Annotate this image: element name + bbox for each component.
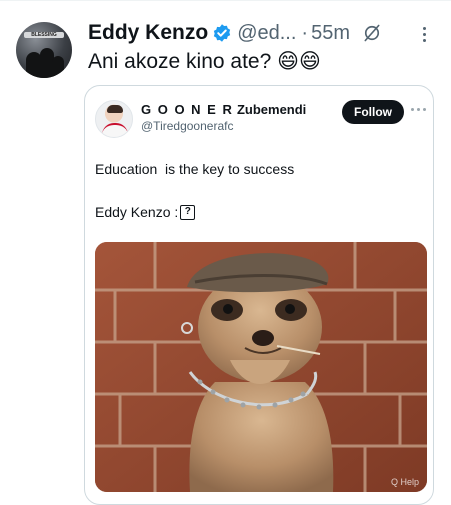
quoted-text-line-2-label: Eddy Kenzo : [95, 204, 179, 220]
quoted-tweet-card[interactable]: G O O N E R Zubemendi @Tiredgoonerafc Fo… [84, 85, 434, 505]
grok-icon[interactable] [362, 23, 382, 43]
verified-badge-icon [214, 24, 231, 42]
quoted-author-avatar[interactable] [95, 100, 133, 138]
meerkat-photo [95, 242, 427, 492]
follow-button[interactable]: Follow [342, 100, 404, 124]
author-name[interactable]: Eddy Kenzo [88, 21, 208, 45]
quoted-text-line-1: Education is the key to success [95, 161, 295, 177]
avatar-caption: BLESSING [24, 32, 64, 38]
quoted-more-options-icon[interactable] [411, 108, 426, 111]
author-handle[interactable]: @ed... [237, 22, 296, 45]
author-avatar[interactable]: BLESSING [16, 22, 72, 78]
quoted-author-name[interactable]: G O O N E R Zubemendi [141, 102, 306, 117]
more-options-icon[interactable] [414, 22, 434, 46]
quoted-media-image[interactable]: Q Help [95, 242, 427, 492]
quoted-name-rest: Zubemendi [233, 102, 307, 117]
top-divider [0, 0, 451, 1]
question-box-icon: ? [180, 204, 196, 220]
tweet-text: Ani akoze kino ate? 😄😄 [88, 50, 321, 73]
tweet-header: Eddy Kenzo @ed... · 55m [88, 19, 438, 47]
quoted-text-line-2: Eddy Kenzo : ? [95, 204, 196, 220]
tweet-timestamp[interactable]: 55m [311, 22, 350, 45]
quoted-name-spaced: G O O N E R [141, 102, 234, 117]
image-watermark: Q Help [390, 477, 419, 487]
quoted-author-handle[interactable]: @Tiredgoonerafc [141, 119, 233, 133]
separator-dot: · [301, 21, 309, 44]
